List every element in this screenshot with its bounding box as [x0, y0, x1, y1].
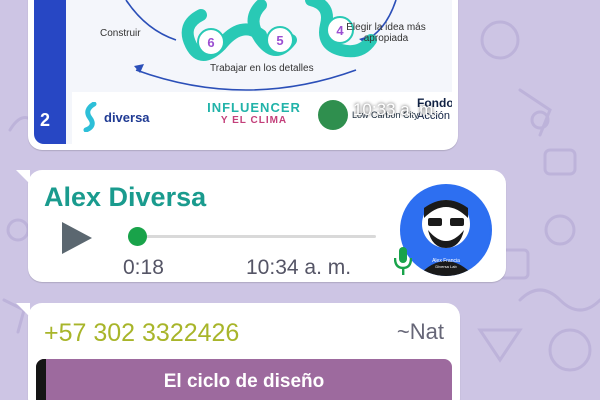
- influencer-logo-line1: INFLUENCER: [207, 100, 301, 115]
- audio-seek-knob[interactable]: [127, 227, 147, 246]
- image-preview[interactable]: El ciclo de diseño: [36, 359, 452, 400]
- play-icon[interactable]: [60, 220, 94, 256]
- voice-message-time: 10:34 a. m.: [246, 256, 352, 279]
- label-construir: Construir: [100, 28, 141, 39]
- audio-progress-track[interactable]: [128, 235, 376, 238]
- sender-phone[interactable]: +57 302 3322426: [44, 319, 239, 348]
- image-message-time: 10:33 a. m.: [352, 100, 438, 119]
- label-trabajar: Trabajar en los detalles: [210, 63, 314, 74]
- sender-push-name: ~Nat: [396, 319, 444, 344]
- diversa-logo: diversa: [82, 102, 150, 132]
- low-carbon-logo-icon: [318, 100, 348, 130]
- voice-message-bubble[interactable]: Alex Diversa 0:18 10:34 a. m. Alex Franc…: [16, 170, 506, 282]
- diversa-logo-text: diversa: [104, 109, 150, 125]
- step-6: 6: [207, 35, 214, 50]
- preview-title: El ciclo de diseño: [163, 371, 325, 392]
- image-message-bubble[interactable]: 2 6 5 4 Construir Elegir la idea más apr…: [28, 0, 458, 150]
- incoming-message-bubble[interactable]: +57 302 3322426 ~Nat El ciclo de diseño: [16, 303, 460, 400]
- label-elegir: Elegir la idea más apropiada: [346, 22, 426, 44]
- voice-duration: 0:18: [123, 256, 164, 279]
- design-cycle-diagram: 6 5 4: [125, 0, 397, 91]
- influencer-logo-line2: Y EL CLIMA: [220, 115, 288, 126]
- step-5: 5: [276, 33, 283, 48]
- influencer-logo: INFLUENCER Y EL CLIMA: [204, 100, 304, 126]
- avatar-caption-2: Diversa Lab: [435, 264, 457, 269]
- avatar-illustration-icon: Alex Francia Diversa Lab: [402, 186, 490, 276]
- avatar[interactable]: Alex Francia Diversa Lab: [400, 184, 492, 276]
- microphone-icon: [394, 247, 412, 275]
- slide-number: 2: [40, 110, 51, 130]
- sender-name[interactable]: Alex Diversa: [44, 182, 206, 213]
- diversa-mark-icon: [83, 102, 97, 132]
- slide-image[interactable]: 2 6 5 4 Construir Elegir la idea más apr…: [34, 0, 452, 144]
